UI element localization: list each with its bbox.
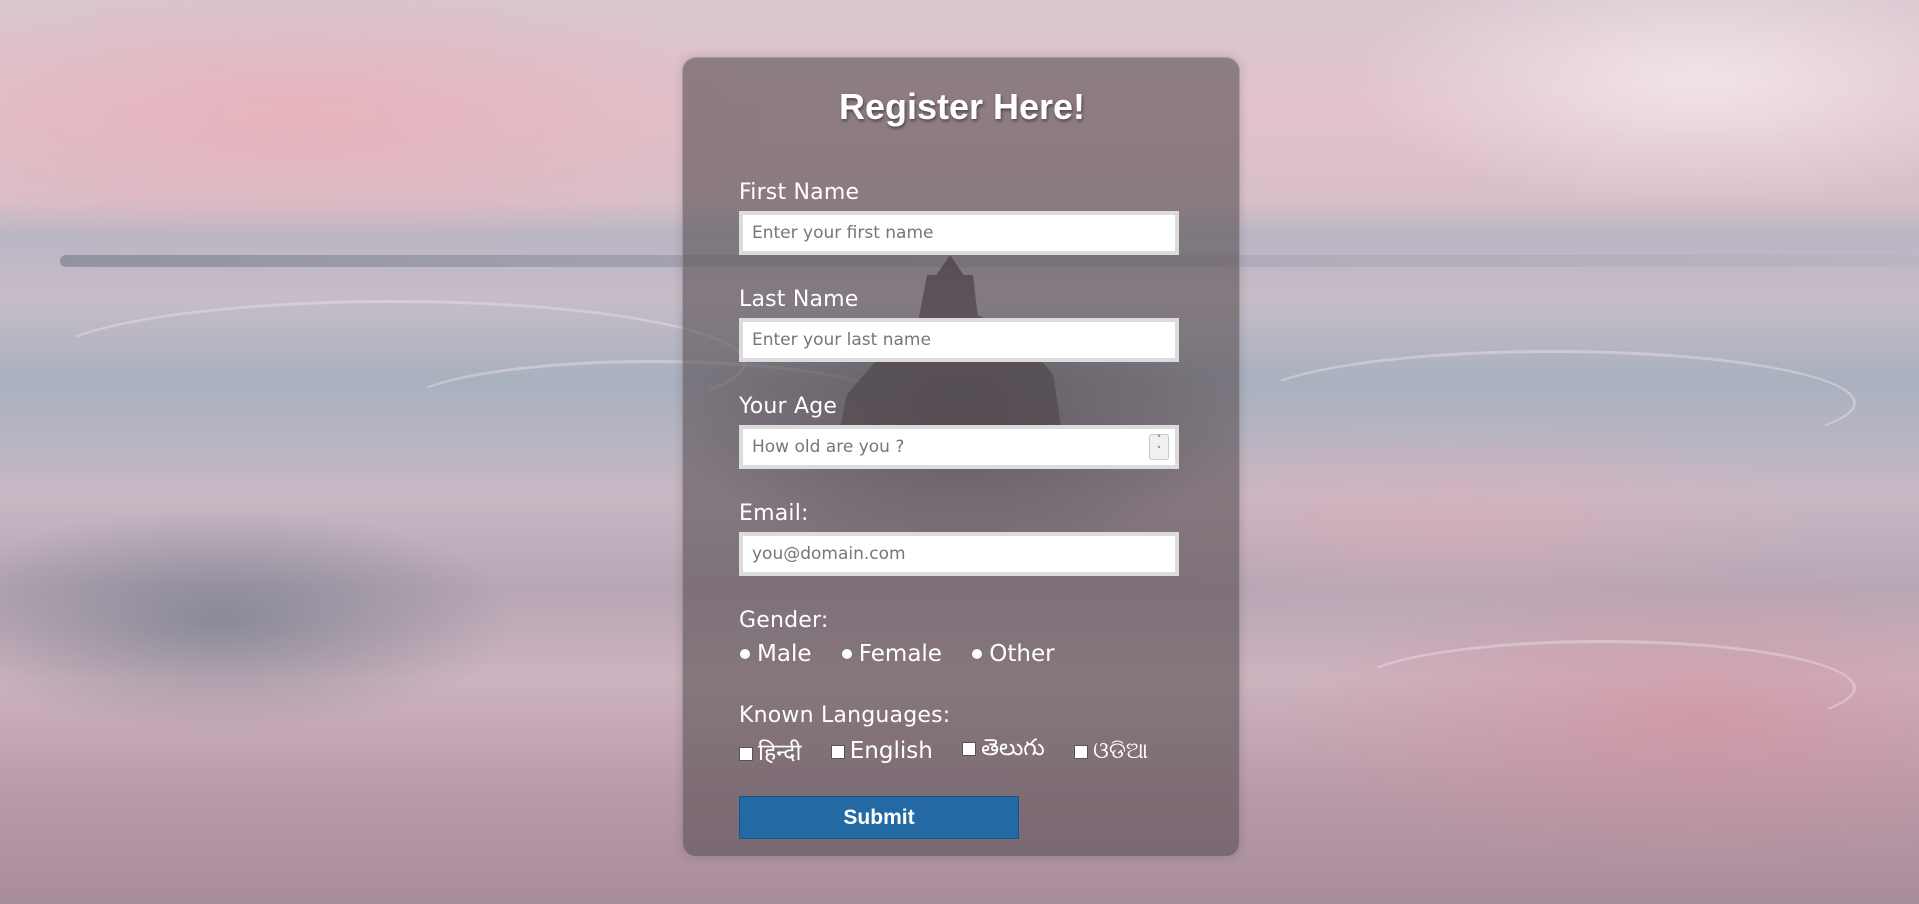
gender-option-label: Other <box>989 640 1055 667</box>
checkbox[interactable] <box>962 741 977 756</box>
gender-option-female[interactable]: Female <box>840 640 942 667</box>
page-title: Register Here! <box>838 86 1086 127</box>
language-option-label: हिन्दी <box>758 740 802 766</box>
last-name-field-wrapper <box>739 318 1179 362</box>
river-stream <box>1250 350 1856 456</box>
radio-button[interactable] <box>739 648 751 660</box>
last-name-input[interactable] <box>743 322 1175 358</box>
age-label: Your Age <box>739 394 838 419</box>
radio-button[interactable] <box>840 648 853 660</box>
email-field-wrapper <box>739 532 1179 576</box>
email-label: Email: <box>739 501 809 526</box>
gender-option-other[interactable]: Other <box>971 640 1055 667</box>
checkbox[interactable] <box>739 746 753 761</box>
radio-button[interactable] <box>971 648 984 660</box>
first-name-input[interactable] <box>743 215 1175 251</box>
language-option-label: English <box>849 738 933 764</box>
gender-label: Gender: <box>739 608 829 633</box>
email-input[interactable] <box>743 536 1175 572</box>
gender-option-label: Male <box>757 640 812 667</box>
age-field-wrapper: ˄˅ <box>739 425 1179 469</box>
language-option-telugu[interactable]: తెలుగు <box>962 735 1045 767</box>
checkbox[interactable] <box>1073 744 1088 759</box>
checkbox[interactable] <box>830 744 845 759</box>
spinner-arrows-icon[interactable]: ˄ ˅ <box>1149 434 1169 460</box>
gender-option-label: Female <box>858 640 942 667</box>
gender-option-male[interactable]: Male <box>739 641 811 667</box>
language-option-label: ଓଡିଆ <box>1092 738 1149 764</box>
gender-options: Male Female Other <box>739 640 1055 667</box>
language-option-odia[interactable]: ଓଡିଆ <box>1073 738 1149 764</box>
languages-label: Known Languages: <box>739 703 951 728</box>
submit-button[interactable]: Submit <box>739 796 1019 839</box>
age-input[interactable] <box>743 429 1175 465</box>
language-option-english[interactable]: English <box>830 738 933 764</box>
language-option-label: తెలుగు <box>981 735 1045 761</box>
last-name-label: Last Name <box>739 287 859 312</box>
registration-card: Register Here! First Name Last Name Your… <box>682 57 1240 857</box>
language-options: हिन्दी English తెలుగు ଓଡିଆ <box>739 735 1148 767</box>
first-name-field-wrapper <box>739 211 1179 255</box>
language-option-hindi[interactable]: हिन्दी <box>739 735 801 767</box>
river-stream <box>1350 640 1856 736</box>
first-name-label: First Name <box>739 180 860 205</box>
